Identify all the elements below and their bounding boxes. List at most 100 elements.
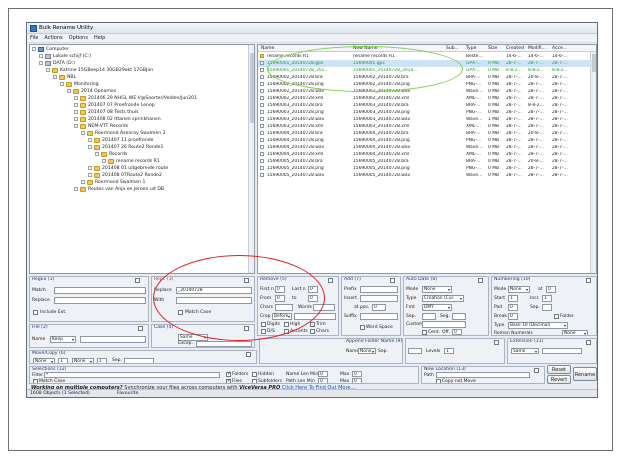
- autodate-sep-input[interactable]: [422, 313, 436, 320]
- file-row[interactable]: 15690003_20140728.bra 15690003_20140728.b…: [258, 102, 592, 109]
- regex-replace-input[interactable]: [54, 297, 146, 304]
- folders-checkbox[interactable]: [226, 371, 231, 377]
- col-size[interactable]: Size: [488, 46, 497, 51]
- file-row[interactable]: 15690003_20140728.xml 15690003_20140728.x…: [258, 123, 592, 130]
- expand-toggle-icon[interactable]: [74, 110, 78, 115]
- numbering-mode-select[interactable]: None: [508, 286, 530, 293]
- suffix-input[interactable]: [360, 313, 398, 320]
- expand-toggle-icon[interactable]: [39, 61, 43, 66]
- word-space-checkbox[interactable]: [360, 325, 365, 330]
- movecopy-sep-input[interactable]: [124, 358, 154, 363]
- ds-checkbox[interactable]: [261, 329, 266, 334]
- files-checkbox[interactable]: [226, 378, 231, 383]
- menu-help[interactable]: Help: [94, 35, 105, 41]
- newlocation-enable-checkbox[interactable]: [534, 368, 539, 373]
- expand-toggle-icon[interactable]: [88, 173, 92, 178]
- numbering-incr-input[interactable]: 1: [542, 295, 552, 302]
- tree-item[interactable]: 201406 29 NHGL WE V@Soorter/Velden/Jun20…: [74, 95, 197, 102]
- case-select[interactable]: Same: [178, 334, 208, 341]
- appendfolder-levels-input[interactable]: 1: [444, 348, 454, 354]
- tree-item[interactable]: Lokale schijf (C:): [39, 53, 91, 60]
- repl-enable-checkbox[interactable]: [244, 278, 249, 283]
- autodate-off-input[interactable]: 0: [452, 329, 462, 335]
- file-row[interactable]: 15690004_20140728.xml 15690004_20140728.x…: [258, 151, 592, 158]
- expand-toggle-icon[interactable]: [88, 145, 92, 150]
- col-accessed[interactable]: Acce...: [552, 46, 567, 51]
- first-n-input[interactable]: 0: [275, 286, 285, 293]
- file-row[interactable]: 15690005_20140728.wav 15690005_20140728.w…: [258, 172, 592, 179]
- expand-toggle-icon[interactable]: [67, 89, 71, 94]
- regex-enable-checkbox[interactable]: [135, 278, 140, 283]
- tree-item[interactable]: NEM-VTT Records: [74, 123, 128, 130]
- file-row[interactable]: rename records R1 rename records R1 Beste.…: [258, 53, 592, 60]
- autodate-custom-input[interactable]: [422, 321, 466, 328]
- col-modified[interactable]: Modifi...: [528, 46, 546, 51]
- file-name-select[interactable]: Keep: [50, 336, 76, 343]
- tree-item[interactable]: 201408 01 uitgebreide route: [88, 165, 168, 172]
- words-input[interactable]: [313, 304, 335, 311]
- numbering-type-select[interactable]: Base 10 (Decimal): [508, 322, 568, 329]
- menu-actions[interactable]: Actions: [44, 35, 62, 41]
- crop-input[interactable]: [294, 313, 336, 320]
- file-row[interactable]: 15690002_20140728.bra 15690002_20140728.b…: [258, 74, 592, 81]
- menu-options[interactable]: Options: [69, 35, 88, 41]
- expand-toggle-icon[interactable]: [74, 103, 78, 108]
- tree-item[interactable]: Records: [95, 151, 127, 158]
- tree-item[interactable]: 201408 02 Ittanen sprinkhanen: [74, 116, 161, 123]
- newlocation-path-input[interactable]: [436, 372, 530, 378]
- expand-toggle-icon[interactable]: [88, 166, 92, 171]
- tree-item[interactable]: NBL: [53, 74, 76, 81]
- hidden-checkbox[interactable]: [252, 372, 257, 377]
- folder-tree[interactable]: Computer Lokale schijf (C:) DATA (D:) Katri…: [29, 44, 255, 274]
- file-list[interactable]: Name New Name Sub... Type Size Created M…: [257, 44, 597, 274]
- appendfolder-name-select[interactable]: None: [358, 348, 376, 354]
- file-row[interactable]: 15690003_20140728.png 15690003_20140728.p…: [258, 109, 592, 116]
- include-ext-checkbox[interactable]: [33, 310, 38, 315]
- autodate-enable-checkbox[interactable]: [478, 278, 483, 283]
- expand-toggle-icon[interactable]: [60, 82, 64, 87]
- file-row[interactable]: 15690002_20140728.png 15690002_20140728.p…: [258, 81, 592, 88]
- tree-item[interactable]: 201407 08 Tests thuis: [74, 109, 139, 116]
- file-row[interactable]: 15690005_20140728.bra 15690005_20140728.b…: [258, 158, 592, 165]
- file-row[interactable]: 15690004_20140728.png 15690004_20140728.p…: [258, 137, 592, 144]
- numbering-start-input[interactable]: 1: [508, 295, 518, 302]
- movecopy-select-2[interactable]: None: [72, 358, 94, 363]
- autodate-fmt-select[interactable]: DMY: [422, 304, 452, 311]
- numbering-enable-checkbox[interactable]: [586, 278, 591, 283]
- expand-toggle-icon[interactable]: [95, 152, 99, 157]
- appendfolder-enable-checkbox[interactable]: [494, 340, 499, 345]
- regex-match-input[interactable]: [54, 287, 146, 294]
- expand-toggle-icon[interactable]: [74, 187, 78, 192]
- autodate-mode-select[interactable]: None: [422, 286, 452, 293]
- tree-scroll-thumb[interactable]: [250, 53, 254, 123]
- name-len-min-input[interactable]: 0: [318, 371, 328, 377]
- case-excep-input[interactable]: [196, 341, 252, 347]
- tree-item[interactable]: 201407 26 Route2 Ronde1: [88, 144, 163, 151]
- remove-enable-checkbox[interactable]: [328, 278, 333, 283]
- expand-toggle-icon[interactable]: [81, 131, 85, 136]
- last-n-input[interactable]: 0: [308, 286, 318, 293]
- status-favourite[interactable]: Favourite: [117, 391, 138, 396]
- tree-item[interactable]: DATA (D:): [39, 60, 75, 67]
- appendfolder-sep-input[interactable]: [408, 348, 422, 354]
- extension-enable-checkbox[interactable]: [586, 340, 591, 345]
- high-checkbox[interactable]: [284, 322, 289, 327]
- col-created[interactable]: Created: [506, 46, 524, 51]
- numbering-folder-checkbox[interactable]: [554, 314, 559, 319]
- chars-input[interactable]: [275, 304, 293, 311]
- col-name[interactable]: Name: [261, 46, 274, 51]
- tree-item[interactable]: Katrine 15GBeep14 30GB29okt 17GBJan: [46, 67, 153, 74]
- path-max-input[interactable]: 0: [352, 378, 362, 383]
- tree-item[interactable]: 201407 11 proefronde: [88, 137, 154, 144]
- numbering-pad-input[interactable]: 0: [508, 304, 518, 311]
- expand-toggle-icon[interactable]: [46, 68, 50, 73]
- numbering-break-input[interactable]: 0: [508, 313, 518, 320]
- from-input[interactable]: 0: [275, 295, 285, 302]
- tree-item[interactable]: Computer: [32, 46, 69, 53]
- col-sub[interactable]: Sub...: [446, 46, 459, 51]
- trim-checkbox[interactable]: [310, 322, 315, 327]
- at-pos-input[interactable]: 0: [372, 304, 386, 311]
- file-row[interactable]: 15690004_20140728.bra 15690004_20140728.b…: [258, 130, 592, 137]
- menu-file[interactable]: File: [30, 35, 38, 41]
- to-input[interactable]: 0: [308, 295, 318, 302]
